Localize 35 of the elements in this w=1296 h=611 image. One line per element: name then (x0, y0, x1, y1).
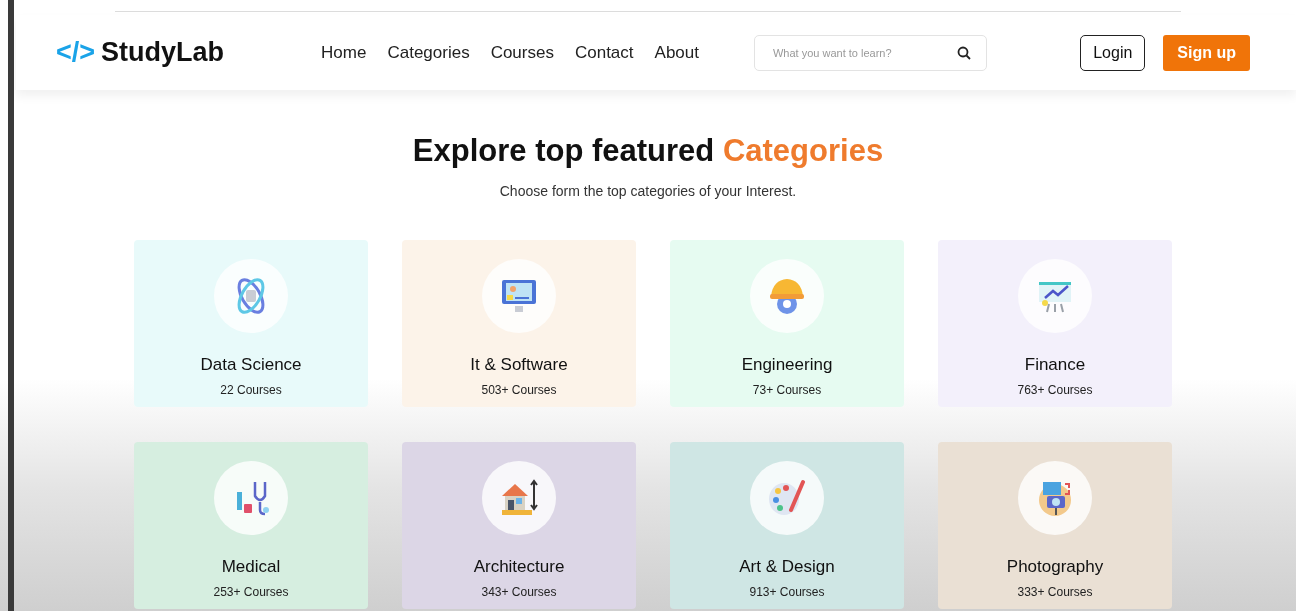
course-count: 503+ Courses (481, 382, 557, 399)
nav-link[interactable]: Contact (574, 39, 634, 66)
search-icon[interactable] (957, 45, 971, 60)
course-count: 73+ Courses (752, 382, 822, 399)
category-card[interactable]: It & Software 503+ Courses (402, 239, 636, 407)
category-name: It & Software (470, 353, 568, 376)
course-count: 343+ Courses (481, 584, 557, 601)
category-name: Finance (1024, 353, 1086, 376)
nav-link[interactable]: Courses (490, 39, 554, 66)
category-name: Art & Design (739, 555, 835, 578)
logo[interactable]: </> StudyLab (56, 32, 225, 73)
nav-link[interactable]: About (654, 39, 699, 66)
category-card[interactable]: Art & Design 913+ Courses (670, 441, 904, 609)
category-card[interactable]: Finance 763+ Courses (938, 239, 1172, 407)
course-count: 763+ Courses (1017, 382, 1093, 399)
search-field[interactable]: What you want to learn? (754, 34, 987, 71)
category-card[interactable]: Architecture 343+ Courses (402, 441, 636, 609)
login-button[interactable]: Login (1080, 34, 1146, 71)
category-card[interactable]: Data Science 22 Courses (134, 239, 368, 407)
section-subtitle: Choose form the top categories of your Interest. (499, 181, 797, 201)
course-count: 333+ Courses (1017, 584, 1093, 601)
category-name: Engineering (741, 353, 833, 376)
category-card[interactable]: Engineering 73+ Courses (670, 239, 904, 407)
category-name: Photography (1006, 555, 1104, 578)
course-count: 22 Courses (220, 382, 282, 399)
category-name: Medical (221, 555, 281, 578)
category-card[interactable]: Medical 253+ Courses (134, 441, 368, 609)
course-count: 913+ Courses (749, 584, 825, 601)
section-title: Explore top featured Categories (412, 132, 884, 170)
category-card[interactable]: Photography 333+ Courses (938, 441, 1172, 609)
course-count: 253+ Courses (213, 584, 289, 601)
category-name: Data Science (200, 353, 302, 376)
category-name: Architecture (473, 555, 565, 578)
nav-link[interactable]: Home (321, 39, 367, 66)
nav-link[interactable]: Categories (387, 39, 470, 66)
